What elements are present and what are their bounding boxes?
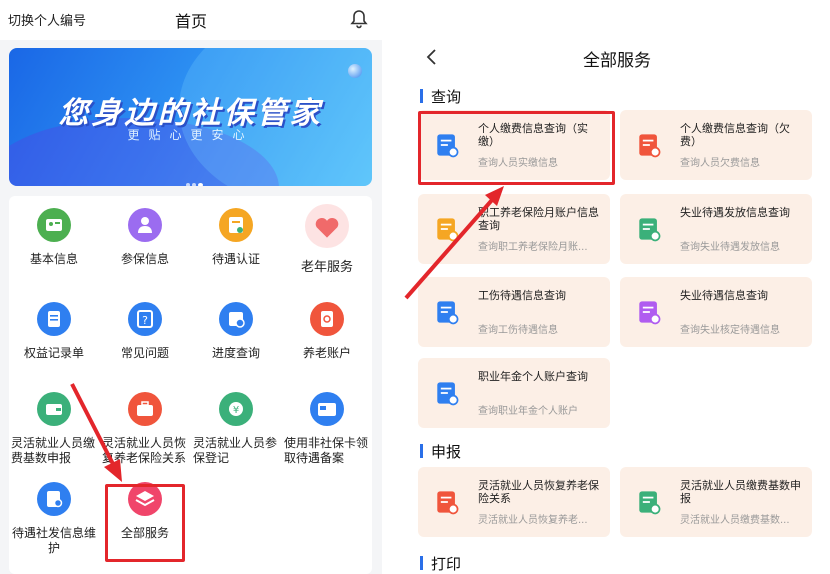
service-grid-item[interactable]: 使用非社保卡领取待遇备案: [282, 392, 372, 472]
service-card[interactable]: 职业年金个人账户查询 查询职业年金个人账户: [418, 358, 610, 428]
service-card-subtitle: 查询失业待遇发放信息: [680, 242, 780, 253]
service-card-title: 个人缴费信息查询（欠费）: [680, 122, 790, 148]
service-card-subtitle: 灵活就业人员缴费基数...: [680, 515, 790, 526]
service-grid-item[interactable]: 进度查询: [191, 302, 281, 382]
person-icon: [128, 208, 162, 242]
service-card-subtitle: 查询人员欠费信息: [680, 158, 760, 169]
highlight-payment-query-card: [418, 111, 615, 185]
service-grid-item[interactable]: ¥ 灵活就业人员参保登记: [191, 392, 281, 472]
service-grid-item-label: 常见问题: [120, 346, 169, 360]
section-title-query: 查询: [420, 86, 461, 107]
bell-icon[interactable]: [350, 9, 368, 29]
service-grid-item[interactable]: ? 常见问题: [100, 302, 190, 382]
service-card-subtitle: 查询失业核定待遇信息: [680, 325, 780, 336]
service-grid-item-label: 灵活就业人员恢复养老保险关系: [102, 436, 187, 465]
screenshot-root: 切换个人编号 首页 您身边的社保管家 更贴心更安心 基本信息 参保信息 待遇认证老年…: [0, 0, 830, 574]
all-services-screen: 全部服务 查询 申报 打印 个人缴费信息查询（实缴） 查询人员实缴信息 个人缴费信息…: [404, 0, 830, 574]
service-grid-item-label: 灵活就业人员缴费基数申报: [11, 436, 96, 465]
service-grid-item-label: 进度查询: [211, 346, 260, 360]
service-card-title: 职工养老保险月账户信息查询: [478, 206, 599, 232]
wallet-icon: [634, 487, 664, 517]
service-card-subtitle: 查询职业年金个人账户: [478, 406, 578, 417]
service-grid: 基本信息 参保信息 待遇认证 老年服务 权益记录单? 常见问题 进度查询 养老账户 灵活就业人员…: [9, 196, 372, 574]
service-grid-item-label: 老年服务: [300, 260, 353, 275]
wallet-icon: [37, 392, 71, 426]
banner-subtitle: 更贴心更安心: [127, 128, 254, 142]
home-header: 切换个人编号 首页: [0, 0, 382, 40]
doc-search-red-icon: [634, 130, 664, 160]
service-grid-item[interactable]: 待遇社发信息维护: [9, 482, 99, 562]
home-screen: 切换个人编号 首页 您身边的社保管家 更贴心更安心 基本信息 参保信息 待遇认证老年…: [0, 0, 382, 574]
account-icon: [310, 302, 344, 336]
service-grid-item-label: 待遇社发信息维护: [11, 526, 96, 555]
orb-decoration: [348, 64, 362, 78]
svg-text:¥: ¥: [233, 405, 239, 416]
service-card-title: 工伤待遇信息查询: [478, 289, 566, 302]
id-list-icon: [432, 378, 462, 408]
svg-text:?: ?: [142, 314, 148, 327]
banner-pager-dots: [186, 172, 210, 186]
service-grid-item-label: 待遇认证: [211, 252, 260, 266]
service-card-title: 灵活就业人员缴费基数申报: [680, 479, 801, 505]
all-services-title: 全部服务: [583, 51, 651, 71]
service-grid-item[interactable]: 灵活就业人员恢复养老保险关系: [100, 392, 190, 472]
card-apply-icon: [310, 392, 344, 426]
highlight-all-services: [105, 484, 185, 562]
id-card-icon: [37, 208, 71, 242]
service-grid-item[interactable]: 权益记录单: [9, 302, 99, 382]
service-card[interactable]: 工伤待遇信息查询 查询工伤待遇信息: [418, 277, 610, 347]
document-icon: [37, 302, 71, 336]
service-grid-item[interactable]: 灵活就业人员缴费基数申报: [9, 392, 99, 472]
service-card[interactable]: 职工养老保险月账户信息查询查询职工养老保险月账...: [418, 194, 610, 264]
service-card-subtitle: 灵活就业人员恢复养老...: [478, 515, 588, 526]
service-card-title: 失业待遇信息查询: [680, 289, 768, 302]
progress-icon: [219, 302, 253, 336]
service-grid-item-label: 权益记录单: [23, 346, 84, 360]
service-grid-item-label: 基本信息: [29, 252, 78, 266]
briefcase-icon: [432, 487, 462, 517]
elderly-heart-icon: [305, 204, 349, 248]
service-card-subtitle: 查询工伤待遇信息: [478, 325, 558, 336]
service-grid-item[interactable]: 基本信息: [9, 208, 99, 288]
home-banner[interactable]: 您身边的社保管家 更贴心更安心: [9, 48, 372, 186]
service-grid-item[interactable]: 老年服务: [282, 204, 372, 288]
service-grid-item[interactable]: 待遇认证: [191, 208, 281, 288]
worker-icon: [432, 297, 462, 327]
service-card-title: 灵活就业人员恢复养老保险关系: [478, 479, 599, 505]
job-payment-icon: [634, 214, 664, 244]
section-title-declare: 申报: [420, 441, 461, 462]
service-card[interactable]: 失业待遇信息查询查询失业核定待遇信息: [620, 277, 812, 347]
service-card-title: 失业待遇发放信息查询: [680, 206, 790, 219]
money-icon: ¥: [219, 392, 253, 426]
briefcase-icon: [128, 392, 162, 426]
certificate-icon: [219, 208, 253, 242]
service-grid-item-label: 参保信息: [120, 252, 169, 266]
service-grid-item-label: 养老账户: [302, 346, 351, 360]
service-card[interactable]: 失业待遇发放信息查询 查询失业待遇发放信息: [620, 194, 812, 264]
service-card[interactable]: 灵活就业人员恢复养老保险关系灵活就业人员恢复养老...: [418, 467, 610, 537]
service-card-subtitle: 查询职工养老保险月账...: [478, 242, 588, 253]
service-card[interactable]: 个人缴费信息查询（欠费） 查询人员欠费信息: [620, 110, 812, 180]
page-title: 首页: [174, 12, 207, 31]
question-icon: ?: [128, 302, 162, 336]
job-search-icon: [634, 297, 664, 327]
pension-account-icon: [432, 214, 462, 244]
service-card-title: 职业年金个人账户查询: [478, 370, 588, 383]
section-title-print: 打印: [420, 553, 461, 574]
service-card[interactable]: 灵活就业人员缴费基数申报灵活就业人员缴费基数...: [620, 467, 812, 537]
service-grid-item-label: 使用非社保卡领取待遇备案: [284, 436, 369, 465]
service-grid-item[interactable]: 养老账户: [282, 302, 372, 382]
user-doc-icon: [37, 482, 71, 516]
service-grid-item[interactable]: 参保信息: [100, 208, 190, 288]
service-grid-item-label: 灵活就业人员参保登记: [193, 436, 278, 465]
